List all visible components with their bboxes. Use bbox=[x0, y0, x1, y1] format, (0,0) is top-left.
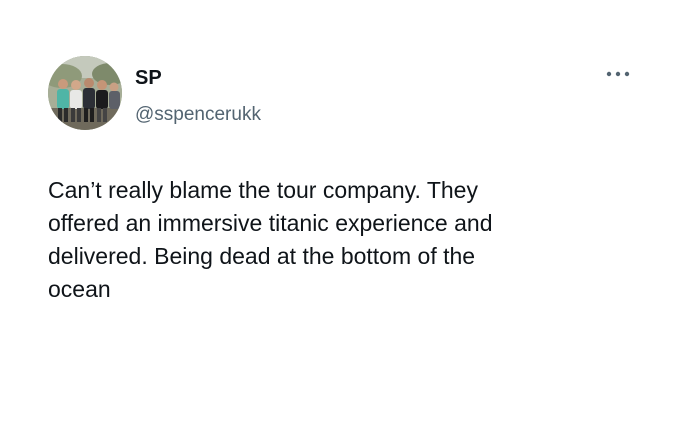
tweet-text-line: offered an immersive titanic experience … bbox=[48, 210, 493, 236]
more-options-button[interactable] bbox=[604, 66, 632, 82]
avatar-photo bbox=[48, 56, 122, 130]
tweet-text-line: ocean bbox=[48, 276, 111, 302]
tweet-text-line: delivered. Being dead at the bottom of t… bbox=[48, 243, 476, 269]
tweet-text: Can’t really blame the tour company. The… bbox=[48, 174, 628, 306]
user-handle[interactable]: @sspencerukk bbox=[135, 104, 261, 126]
avatar[interactable] bbox=[48, 56, 122, 130]
more-horizontal-icon bbox=[606, 71, 630, 77]
display-name[interactable]: SP bbox=[135, 67, 162, 90]
tweet-text-line: Can’t really blame the tour company. The… bbox=[48, 177, 478, 203]
tweet-card: SP @sspencerukk Can’t really blame the t… bbox=[0, 0, 680, 433]
